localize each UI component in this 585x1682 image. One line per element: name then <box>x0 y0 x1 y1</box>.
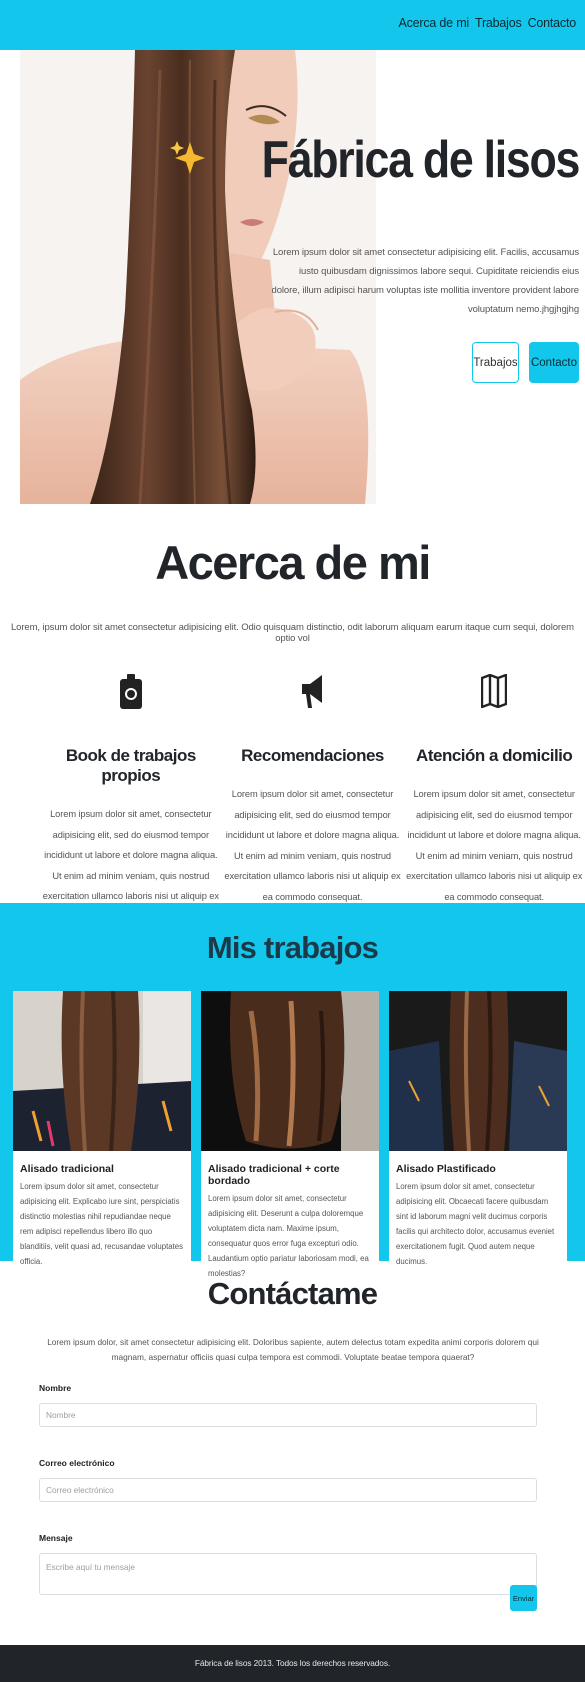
work-photo <box>13 991 191 1151</box>
nav-links: Acerca de mi Trabajos Contacto <box>398 16 576 30</box>
email-group: Correo electrónico Correo electrónico <box>39 1458 537 1502</box>
hero-description: Lorem ipsum dolor sit amet consectetur a… <box>271 247 580 315</box>
navbar: Acerca de mi Trabajos Contacto <box>0 0 585 50</box>
camera-icon <box>40 670 222 712</box>
hero-title: Fábrica de lisos <box>261 131 581 189</box>
works-section: Mis trabajos Alisado tradicional Lorem i… <box>0 903 585 1278</box>
work-title: Alisado Plastificado <box>396 1163 496 1175</box>
work-text: Lorem ipsum dolor sit amet, consectetur … <box>20 1182 183 1266</box>
contact-form: Nombre Nombre Correo electrónico Correo … <box>39 1383 537 1626</box>
map-icon <box>403 670 585 712</box>
works-cards: Alisado tradicional Lorem ipsum dolor si… <box>13 991 567 1278</box>
work-card[interactable]: Alisado tradicional + corte bordado Lore… <box>201 991 379 1278</box>
contact-subtitle: Lorem ipsum dolor, sit amet consectetur … <box>47 1337 539 1362</box>
contact-button[interactable]: Contacto <box>529 342 579 383</box>
work-title: Alisado tradicional <box>20 1163 114 1175</box>
feature-title: Atención a domicilio <box>416 746 573 765</box>
feature-home-service: Atención a domicilio Lorem ipsum dolor s… <box>403 670 585 927</box>
feature-recommendations: Recomendaciones Lorem ipsum dolor sit am… <box>222 670 404 927</box>
nav-link-works[interactable]: Trabajos <box>475 16 522 30</box>
work-photo <box>389 991 567 1151</box>
name-label: Nombre <box>39 1383 72 1393</box>
works-button[interactable]: Trabajos <box>472 342 519 383</box>
works-title: Mis trabajos <box>206 930 379 965</box>
work-title: Alisado tradicional + corte bordado <box>208 1163 340 1187</box>
features-row: Book de trabajos propios Lorem ipsum dol… <box>40 670 585 927</box>
feature-text: Lorem ipsum dolor sit amet, consectetur … <box>224 789 401 902</box>
feature-text: Lorem ipsum dolor sit amet, consectetur … <box>406 789 583 902</box>
feature-title: Book de trabajos propios <box>65 746 196 785</box>
footer-text: Fábrica de lisos 2013. Todos los derecho… <box>194 1658 391 1668</box>
about-title: Acerca de mi <box>155 536 431 589</box>
work-card[interactable]: Alisado Plastificado Lorem ipsum dolor s… <box>389 991 567 1266</box>
hero-title-row: Fábrica de lisos <box>169 130 581 190</box>
send-button[interactable]: Enviar <box>510 1585 537 1611</box>
message-label: Mensaje <box>39 1533 73 1543</box>
work-card[interactable]: Alisado tradicional Lorem ipsum dolor si… <box>13 991 191 1266</box>
megaphone-icon <box>222 670 404 712</box>
feature-title: Recomendaciones <box>241 746 384 765</box>
email-input[interactable]: Correo electrónico <box>39 1478 537 1502</box>
nav-link-about[interactable]: Acerca de mi <box>398 16 469 30</box>
work-text: Lorem ipsum dolor sit amet, consectetur … <box>208 1194 369 1278</box>
feature-book: Book de trabajos propios Lorem ipsum dol… <box>40 670 222 927</box>
sparkles-icon <box>169 140 206 181</box>
nav-link-contact[interactable]: Contacto <box>528 16 577 30</box>
message-placeholder: Escribe aquí tu mensaje <box>46 1562 136 1572</box>
hero-buttons: Trabajos Contacto <box>472 342 579 383</box>
contact-title: Contáctame <box>207 1276 378 1311</box>
email-label: Correo electrónico <box>39 1458 115 1468</box>
name-group: Nombre Nombre <box>39 1383 537 1427</box>
about-subtitle: Lorem, ipsum dolor sit amet consectetur … <box>10 622 574 644</box>
hero-section: Fábrica de lisos Lorem ipsum dolor sit a… <box>0 50 585 504</box>
name-input[interactable]: Nombre <box>39 1403 537 1427</box>
message-group: Mensaje Escribe aquí tu mensaje <box>39 1533 537 1595</box>
work-photo <box>201 991 379 1151</box>
footer: Fábrica de lisos 2013. Todos los derecho… <box>0 1645 585 1682</box>
message-textarea[interactable]: Escribe aquí tu mensaje <box>39 1553 537 1595</box>
work-text: Lorem ipsum dolor sit amet, consectetur … <box>396 1182 555 1266</box>
